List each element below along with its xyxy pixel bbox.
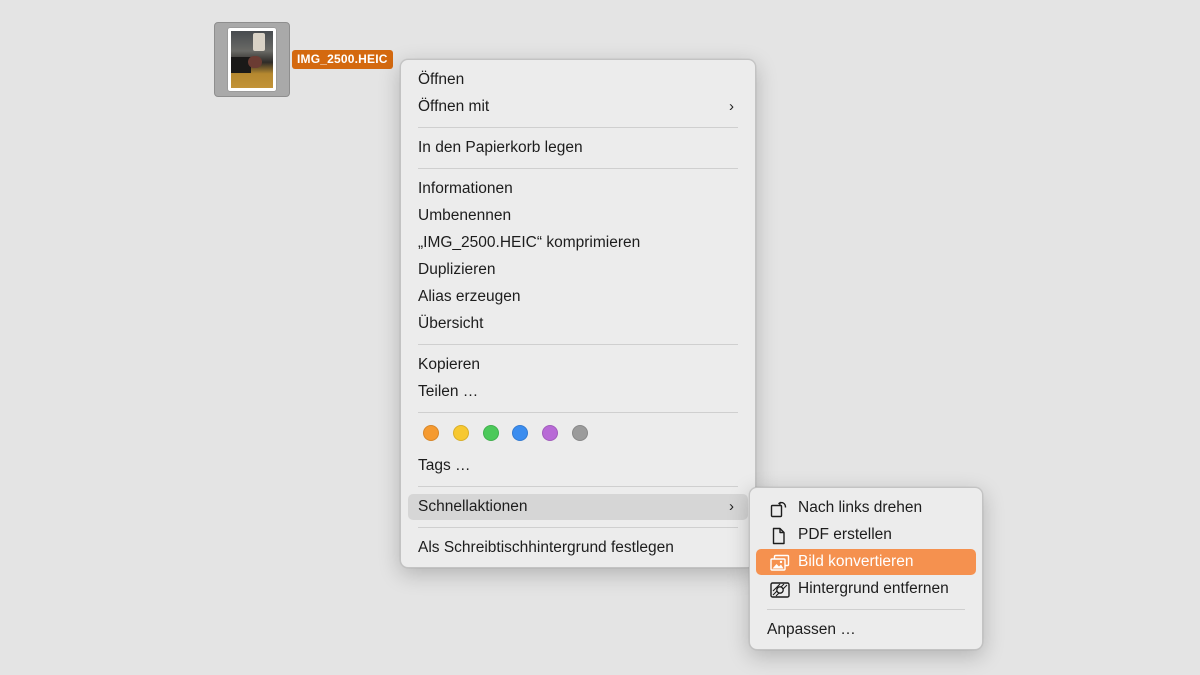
menu-item-duplicate[interactable]: Duplizieren xyxy=(408,257,748,283)
tag-purple[interactable] xyxy=(542,425,558,441)
menu-separator xyxy=(418,344,738,345)
menu-item-tags[interactable]: Tags … xyxy=(408,453,748,479)
tag-gray[interactable] xyxy=(572,425,588,441)
menu-separator xyxy=(418,527,738,528)
image-thumbnail xyxy=(228,28,276,91)
chevron-right-icon: › xyxy=(729,498,734,515)
menu-separator xyxy=(418,486,738,487)
menu-item-open[interactable]: Öffnen xyxy=(408,67,748,93)
menu-item-label: Anpassen … xyxy=(767,621,856,638)
menu-separator xyxy=(418,127,738,128)
chevron-right-icon: › xyxy=(729,98,734,115)
menu-item-label: PDF erstellen xyxy=(798,526,892,543)
menu-item-get-info[interactable]: Informationen xyxy=(408,176,748,202)
menu-item-label: Schnellaktionen xyxy=(418,498,528,515)
menu-item-make-alias[interactable]: Alias erzeugen xyxy=(408,284,748,310)
menu-separator xyxy=(767,609,965,610)
tag-green[interactable] xyxy=(483,425,499,441)
menu-item-label: In den Papierkorb legen xyxy=(418,139,583,156)
menu-item-rotate-left[interactable]: Nach links drehen xyxy=(756,495,976,521)
menu-item-label: Umbenennen xyxy=(418,207,512,224)
photo-preview xyxy=(231,31,273,88)
menu-item-label: Tags … xyxy=(418,457,471,474)
photos-icon xyxy=(770,554,790,571)
menu-item-label: Informationen xyxy=(418,180,513,197)
menu-item-quick-actions[interactable]: Schnellaktionen › xyxy=(408,494,748,520)
menu-item-rename[interactable]: Umbenennen xyxy=(408,203,748,229)
menu-item-label: Alias erzeugen xyxy=(418,288,521,305)
menu-item-create-pdf[interactable]: PDF erstellen xyxy=(756,522,976,548)
menu-item-open-with[interactable]: Öffnen mit › xyxy=(408,94,748,120)
tag-blue[interactable] xyxy=(512,425,528,441)
menu-item-set-desktop-picture[interactable]: Als Schreibtischhintergrund festlegen xyxy=(408,535,748,561)
menu-separator xyxy=(418,412,738,413)
menu-item-remove-background[interactable]: Hintergrund entfernen xyxy=(756,576,976,602)
menu-item-label: Öffnen mit xyxy=(418,98,490,115)
file-name-label[interactable]: IMG_2500.HEIC xyxy=(292,50,393,69)
menu-item-label: „IMG_2500.HEIC“ komprimieren xyxy=(418,234,641,251)
menu-item-compress[interactable]: „IMG_2500.HEIC“ komprimieren xyxy=(408,230,748,256)
file-icon-img-2500[interactable] xyxy=(214,22,290,97)
menu-item-label: Bild konvertieren xyxy=(798,553,914,570)
menu-item-customize[interactable]: Anpassen … xyxy=(756,617,976,643)
menu-separator xyxy=(418,168,738,169)
context-menu: Öffnen Öffnen mit › In den Papierkorb leg… xyxy=(400,59,756,568)
tag-yellow[interactable] xyxy=(453,425,469,441)
menu-item-move-to-trash[interactable]: In den Papierkorb legen xyxy=(408,135,748,161)
menu-item-label: Teilen … xyxy=(418,383,479,400)
quick-actions-submenu: Nach links drehen PDF erstellen Bild kon… xyxy=(749,487,983,650)
menu-item-label: Öffnen xyxy=(418,71,465,88)
menu-item-label: Übersicht xyxy=(418,315,484,332)
tag-orange[interactable] xyxy=(423,425,439,441)
menu-item-share[interactable]: Teilen … xyxy=(408,379,748,405)
document-icon xyxy=(770,527,788,545)
menu-item-label: Nach links drehen xyxy=(798,499,923,516)
rotate-left-icon xyxy=(770,500,788,518)
menu-item-quick-look[interactable]: Übersicht xyxy=(408,311,748,337)
menu-item-label: Kopieren xyxy=(418,356,481,373)
menu-item-convert-image[interactable]: Bild konvertieren xyxy=(756,549,976,575)
menu-item-copy[interactable]: Kopieren xyxy=(408,352,748,378)
remove-background-icon xyxy=(770,581,790,598)
menu-item-label: Duplizieren xyxy=(418,261,496,278)
menu-item-label: Als Schreibtischhintergrund festlegen xyxy=(418,539,674,556)
menu-item-label: Hintergrund entfernen xyxy=(798,580,949,597)
